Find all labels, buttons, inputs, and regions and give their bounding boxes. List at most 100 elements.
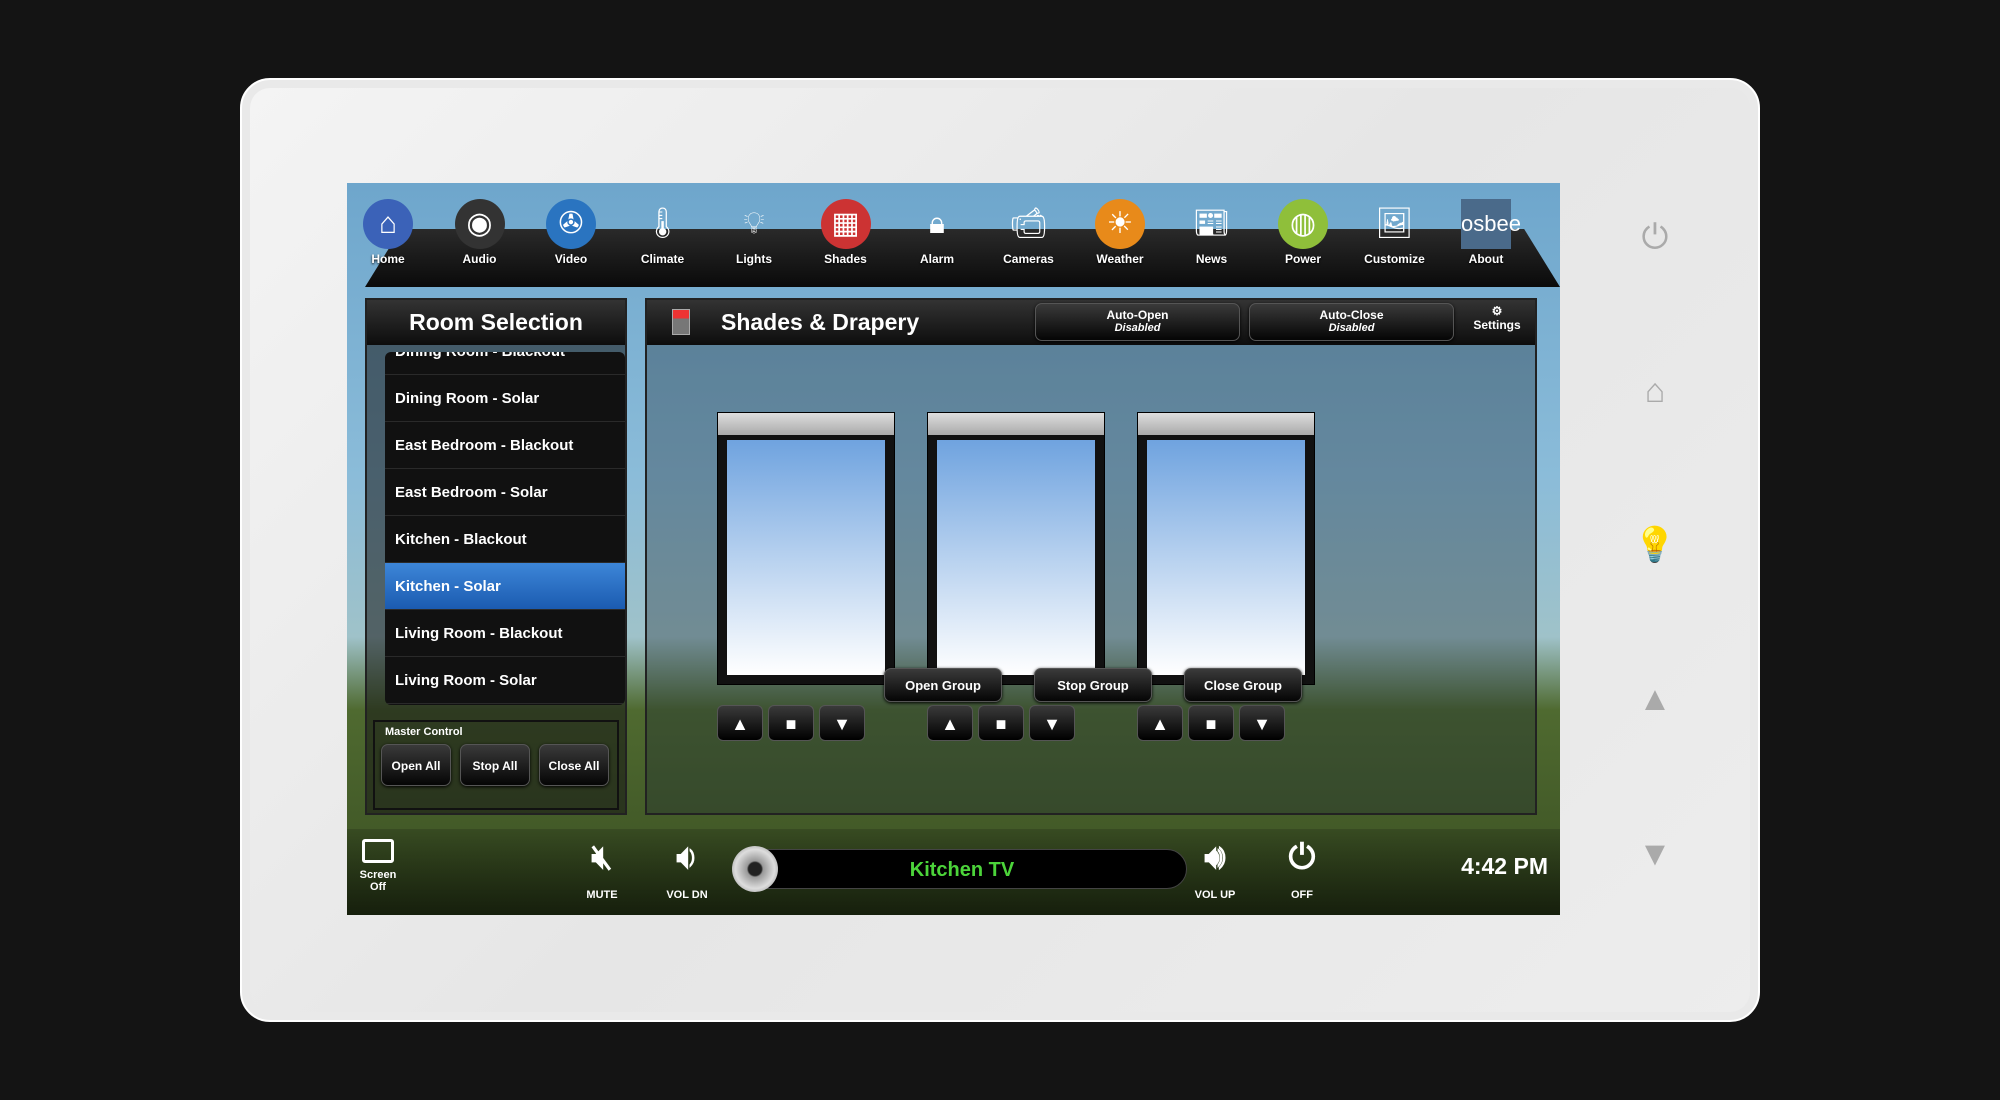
off-button[interactable]: ⏻ OFF (1277, 837, 1327, 901)
shade-3-down-button[interactable]: ▼ (1239, 705, 1285, 741)
room-list-item[interactable]: Living Room - Solar (385, 657, 625, 704)
power-icon: ⏻ (1288, 838, 1316, 876)
shades-icon (672, 309, 690, 335)
nav-cameras[interactable]: 📹︎ Cameras (989, 199, 1069, 266)
lightbulb-icon: 💡︎ (743, 207, 765, 240)
clock: 4:42 PM (1461, 853, 1548, 879)
auto-open-button[interactable]: Auto-Open Disabled (1035, 303, 1240, 341)
nav-label: Climate (640, 252, 685, 266)
nav-home[interactable]: ⌂ Home (348, 199, 428, 266)
monitor-icon (362, 839, 394, 863)
room-selection-panel: Room Selection Dining Room - BlackoutDin… (365, 298, 627, 815)
stop-group-button[interactable]: Stop Group (1034, 668, 1152, 702)
nav-news[interactable]: 📰︎ News (1172, 199, 1252, 266)
vol-dn-button[interactable]: 🔉︎ VOL DN (662, 837, 712, 901)
auto-close-state: Disabled (1328, 322, 1375, 334)
settings-button[interactable]: ⚙ Settings (1462, 304, 1532, 332)
shade-2-up-button[interactable]: ▲ (927, 705, 973, 741)
speaker-icon: ◉ (454, 199, 505, 249)
source-display[interactable]: Kitchen TV (732, 846, 1187, 892)
nav-label: Alarm (919, 252, 954, 266)
page-title: Shades & Drapery (721, 309, 920, 335)
shade-window-3 (1137, 412, 1315, 685)
shade-3-stop-button[interactable]: ■ (1188, 705, 1234, 741)
volume-up-icon: 🔊︎ (1204, 838, 1226, 876)
nav-label: Shades (824, 252, 867, 266)
screen-off-label: Screen Off (359, 869, 397, 893)
nav-about[interactable]: osbee About (1446, 199, 1526, 266)
nav-alarm[interactable]: 🔒︎ Alarm (897, 199, 977, 266)
nav-climate[interactable]: 🌡︎ Climate (623, 199, 703, 266)
close-group-button[interactable]: Close Group (1184, 668, 1302, 702)
padlock-icon: 🔒︎ (929, 207, 945, 240)
nav-power[interactable]: ◍ Power (1263, 199, 1343, 266)
mute-icon: 🔇︎ (591, 838, 613, 876)
master-control: Master Control Open All Stop All Close A… (373, 720, 619, 810)
window-glass (727, 440, 885, 675)
shade-1-stop-button[interactable]: ■ (768, 705, 814, 741)
stop-all-button[interactable]: Stop All (460, 744, 530, 786)
room-list-item[interactable]: East Bedroom - Solar (385, 469, 625, 516)
master-control-label: Master Control (385, 726, 463, 738)
shade-1-down-button[interactable]: ▼ (819, 705, 865, 741)
nav-video[interactable]: ✇ Video (531, 199, 611, 266)
film-reel-icon: ✇ (546, 199, 596, 249)
off-label: OFF (1291, 889, 1313, 901)
nav-label: Lights (736, 252, 772, 266)
nav-label: Video (554, 252, 588, 266)
room-selection-title: Room Selection (409, 309, 583, 335)
room-list-item[interactable]: Kitchen - Blackout (385, 516, 625, 563)
nav-label: Weather (1096, 252, 1144, 266)
room-list-item[interactable]: East Bedroom - Blackout (385, 422, 625, 469)
nav-weather[interactable]: ☀ Weather (1080, 199, 1160, 266)
home-icon: ⌂ (363, 199, 413, 249)
close-all-button[interactable]: Close All (539, 744, 609, 786)
room-list-item[interactable]: Kitchen - Solar (385, 563, 625, 610)
home-icon[interactable]: ⌂ (1630, 372, 1680, 411)
newspaper-icon: 📰︎ (1192, 207, 1231, 240)
shade-valance (1138, 413, 1314, 435)
shade-window-1 (717, 412, 895, 685)
nav-label: Audio (462, 252, 497, 266)
shade-2-stop-button[interactable]: ■ (978, 705, 1024, 741)
mute-button[interactable]: 🔇︎ MUTE (577, 837, 627, 901)
photos-icon: 🖼︎ (1375, 207, 1414, 240)
knob-icon (732, 846, 778, 892)
nav-audio[interactable]: ◉ Audio (440, 199, 520, 266)
thermometer-icon: 🌡︎ (643, 207, 682, 240)
window-glass (1147, 440, 1305, 675)
auto-close-button[interactable]: Auto-Close Disabled (1249, 303, 1454, 341)
volume-down-icon: 🔉︎ (676, 838, 698, 876)
screen-off-button[interactable]: Screen Off (357, 839, 399, 893)
room-list[interactable]: Dining Room - BlackoutDining Room - Sola… (385, 352, 625, 705)
nav-shades[interactable]: ▦ Shades (806, 199, 886, 266)
shade-1-up-button[interactable]: ▲ (717, 705, 763, 741)
open-group-button[interactable]: Open Group (884, 668, 1002, 702)
shade-3-up-button[interactable]: ▲ (1137, 705, 1183, 741)
shade-valance (928, 413, 1104, 435)
nav-label: Customize (1364, 252, 1425, 266)
shade-2-down-button[interactable]: ▼ (1029, 705, 1075, 741)
room-list-item[interactable]: Living Room - Blackout (385, 610, 625, 657)
up-arrow-icon[interactable]: ▲ (1630, 680, 1680, 719)
vol-up-button[interactable]: 🔊︎ VOL UP (1187, 837, 1243, 901)
nav-customize[interactable]: 🖼︎ Customize (1355, 199, 1435, 266)
nav-label: Home (371, 252, 405, 266)
gear-icon: ⚙ (1491, 304, 1503, 318)
weather-icon: ☀ (1095, 199, 1145, 249)
nav-lights[interactable]: 💡︎ Lights (714, 199, 794, 266)
lightbulb-icon[interactable]: 💡 (1630, 525, 1680, 565)
open-all-button[interactable]: Open All (381, 744, 451, 786)
osbee-logo: osbee (1461, 199, 1521, 249)
nav-label: Cameras (1003, 252, 1054, 266)
top-nav: ⌂ Home ◉ Audio ✇ Video 🌡︎ Climate 💡︎ Lights ▦ Shade… (347, 183, 1560, 290)
room-list-item[interactable]: Dining Room - Blackout (385, 352, 625, 375)
power-icon[interactable]: ⏻ (1630, 218, 1680, 257)
auto-close-label: Auto-Close (1319, 308, 1384, 322)
shade-window-2 (927, 412, 1105, 685)
room-list-item[interactable]: Dining Room - Solar (385, 375, 625, 422)
window-glass (937, 440, 1095, 675)
down-arrow-icon[interactable]: ▼ (1630, 835, 1680, 874)
camera-icon: 📹︎ (1009, 207, 1048, 240)
shades-panel: Shades & Drapery Auto-Open Disabled Auto-… (645, 298, 1537, 815)
